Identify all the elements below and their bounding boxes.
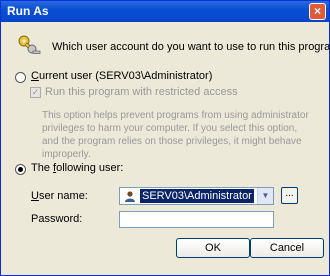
prompt-text: Which user account do you want to use to…	[52, 41, 330, 53]
close-icon: ×	[313, 4, 321, 18]
ok-button[interactable]: OK	[176, 238, 250, 258]
user-icon	[125, 191, 135, 202]
restricted-access-checkbox[interactable]: ✓	[30, 87, 41, 98]
cancel-button[interactable]: Cancel	[250, 238, 324, 258]
keys-icon	[18, 35, 41, 54]
browse-button[interactable]: ...	[281, 187, 298, 204]
following-user-label[interactable]: The following user:	[31, 162, 123, 174]
restricted-access-label: Run this program with restricted access	[45, 86, 238, 98]
following-user-radio[interactable]	[15, 164, 26, 175]
chevron-down-icon[interactable]: ▼	[257, 188, 273, 204]
title-bar: Run As ×	[1, 1, 329, 22]
window-title: Run As	[7, 4, 49, 18]
password-input[interactable]	[119, 211, 274, 228]
user-name-combobox[interactable]: SERV03\Administrator ▼	[119, 187, 274, 205]
current-user-radio[interactable]	[15, 72, 26, 83]
user-name-value: SERV03\Administrator	[140, 189, 254, 203]
user-name-label: User name:	[31, 190, 88, 202]
restricted-help-text: This option helps prevent programs from …	[42, 110, 309, 160]
close-button[interactable]: ×	[309, 3, 326, 20]
password-label: Password:	[31, 213, 83, 225]
current-user-label[interactable]: Current user (SERV03\Administrator)	[31, 70, 212, 82]
run-as-dialog: Run As × Which user account do you want …	[0, 0, 330, 276]
